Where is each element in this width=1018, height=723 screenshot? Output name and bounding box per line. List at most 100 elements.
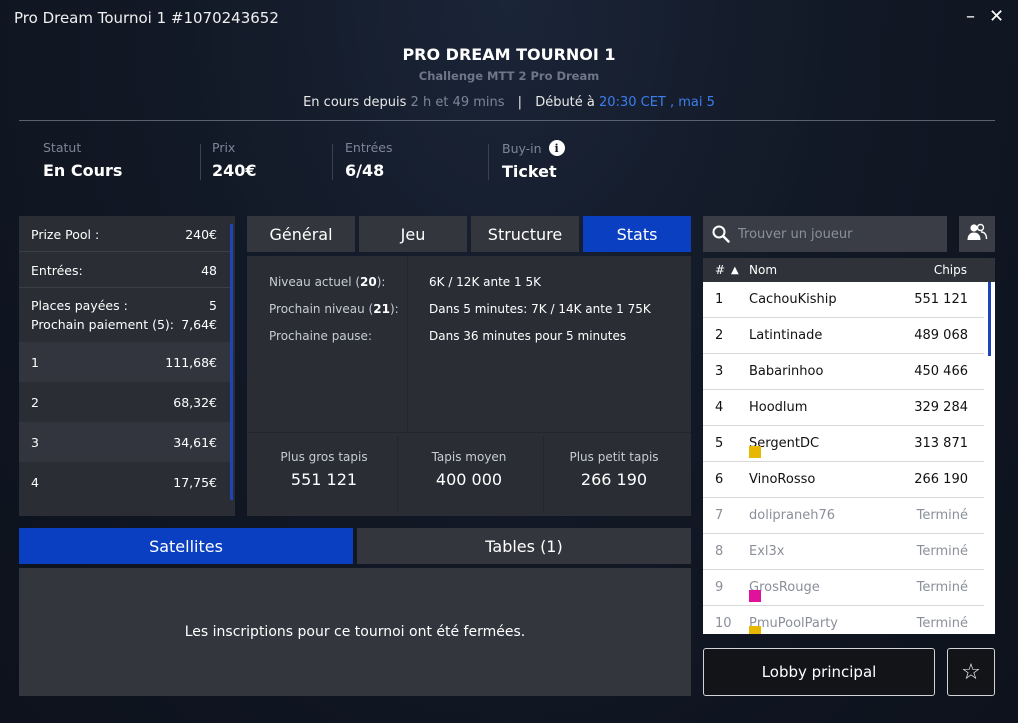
current-level-close: ):: [376, 275, 386, 289]
player-chips: 450 466: [914, 364, 968, 379]
player-rank: 9: [715, 580, 724, 595]
biggest-stack-value: 551 121: [290, 470, 358, 489]
minimize-icon[interactable]: –: [966, 6, 975, 27]
close-icon[interactable]: ✕: [989, 6, 1004, 27]
header-divider: [19, 120, 995, 121]
smallest-stack-label: Plus petit tapis: [569, 450, 659, 464]
player-rank: 4: [715, 400, 724, 415]
player-row[interactable]: 10 PmuPoolParty Terminé: [703, 606, 984, 634]
player-search[interactable]: [703, 216, 947, 252]
tab-general[interactable]: Général: [247, 216, 355, 252]
player-row[interactable]: 6 VinoRosso 266 190: [703, 462, 984, 498]
tab-tables[interactable]: Tables (1): [357, 528, 691, 564]
prize-pool-row: Prize Pool : 240€: [19, 224, 231, 244]
player-flag-icon: [749, 590, 761, 602]
tab-stats[interactable]: Stats: [583, 216, 691, 252]
player-rank: 3: [715, 364, 724, 379]
name-header[interactable]: Nom: [749, 263, 777, 277]
sort-ascending-icon[interactable]: ▲: [731, 265, 739, 276]
favorite-button[interactable]: ☆: [947, 648, 995, 696]
prize-entries-label: Entrées:: [31, 262, 83, 278]
player-name: VinoRosso: [749, 472, 816, 487]
payout-amount: 68,32€: [173, 394, 217, 410]
window-title: Pro Dream Tournoi 1 #1070243652: [14, 9, 279, 27]
player-row[interactable]: 9 GrosRouge Terminé: [703, 570, 984, 606]
search-icon: [712, 225, 730, 243]
started-value: 20:30 CET , mai 5: [599, 95, 715, 110]
player-row[interactable]: 5 SergentDC 313 871: [703, 426, 984, 462]
stats-row-divider: [247, 432, 691, 433]
tab-satellites[interactable]: Satellites: [19, 528, 353, 564]
player-list-scrollbar[interactable]: [988, 282, 991, 356]
prize-entries-row: Entrées: 48: [19, 260, 231, 280]
player-chips: Terminé: [916, 580, 968, 595]
player-name: PmuPoolParty: [749, 616, 838, 631]
average-stack: Tapis moyen 400 000: [395, 450, 543, 489]
player-name: Hoodlum: [749, 400, 808, 415]
player-chips: 329 284: [914, 400, 968, 415]
friends-button[interactable]: [959, 216, 995, 252]
player-name: dolipraneh76: [749, 508, 836, 523]
search-input[interactable]: [738, 226, 938, 242]
player-name-cell: SergentDC: [749, 436, 819, 458]
tab-structure[interactable]: Structure: [471, 216, 579, 252]
prize-entries-value: 48: [201, 262, 217, 278]
prize-label: Prix: [212, 140, 236, 155]
chips-header[interactable]: Chips: [934, 263, 967, 277]
prize-pool-label: Prize Pool :: [31, 226, 100, 242]
player-row[interactable]: 2 Latintinade 489 068: [703, 318, 984, 354]
buyin-value: Ticket: [502, 162, 557, 181]
player-name-cell: dolipraneh76: [749, 508, 835, 523]
player-name: Latintinade: [749, 328, 823, 343]
rank-header[interactable]: #: [715, 263, 725, 277]
player-name-cell: PmuPoolParty: [749, 616, 838, 634]
started-label: Débuté à: [535, 95, 595, 110]
tab-jeu[interactable]: Jeu: [359, 216, 467, 252]
player-rank: 5: [715, 436, 724, 451]
player-list-header: # ▲ Nom Chips: [703, 258, 995, 282]
payout-row: 3 34,61€: [19, 422, 231, 462]
stat-divider: [332, 144, 333, 180]
player-row[interactable]: 7 dolipraneh76 Terminé: [703, 498, 984, 534]
next-level-close: ):: [389, 302, 399, 316]
main-lobby-button[interactable]: Lobby principal: [703, 648, 935, 696]
average-stack-value: 400 000: [435, 470, 503, 489]
next-payout-label: Prochain paiement (5):: [31, 316, 174, 332]
player-rank: 10: [715, 616, 732, 631]
paid-places-value: 5: [209, 297, 217, 313]
payout-place: 4: [31, 474, 39, 490]
status-value: En Cours: [43, 161, 123, 180]
paid-places-label: Places payées :: [31, 297, 128, 313]
next-break-label: Prochaine pause:: [269, 329, 372, 343]
player-row[interactable]: 8 Exl3x Terminé: [703, 534, 984, 570]
player-name-cell: Babarinhoo: [749, 364, 823, 379]
payout-place: 1: [31, 354, 39, 370]
buyin-label: Buy-in: [502, 140, 542, 156]
player-name: CachouKiship: [749, 292, 837, 307]
payout-row: 1 111,68€: [19, 342, 231, 382]
player-rank: 2: [715, 328, 724, 343]
entries-value: 6/48: [345, 161, 385, 180]
player-row[interactable]: 4 Hoodlum 329 284: [703, 390, 984, 426]
payout-row: 2 68,32€: [19, 382, 231, 422]
player-name-cell: CachouKiship: [749, 292, 837, 307]
payout-row: 4 17,75€: [19, 462, 231, 502]
player-row[interactable]: 3 Babarinhoo 450 466: [703, 354, 984, 390]
stats-panel: Niveau actuel (20): 6K / 12K ante 1 5K P…: [247, 256, 691, 516]
next-level-label: Prochain niveau (21):: [269, 302, 399, 316]
player-flag-icon: [749, 626, 761, 634]
player-name: Exl3x: [749, 544, 785, 559]
info-icon[interactable]: i: [548, 140, 565, 156]
player-chips: 551 121: [914, 292, 968, 307]
player-row[interactable]: 1 CachouKiship 551 121: [703, 282, 984, 318]
running-value: 2 h et 49 mins: [410, 95, 505, 110]
running-label: En cours depuis: [303, 95, 407, 110]
prize-scrollbar[interactable]: [230, 224, 233, 500]
current-level-number: 20: [360, 275, 377, 289]
player-chips: Terminé: [916, 616, 968, 631]
status-label: Statut: [43, 140, 82, 155]
stat-divider: [200, 144, 201, 180]
player-name-cell: Latintinade: [749, 328, 822, 343]
registration-closed-panel: Les inscriptions pour ce tournoi ont été…: [19, 568, 691, 696]
player-rank: 1: [715, 292, 724, 307]
